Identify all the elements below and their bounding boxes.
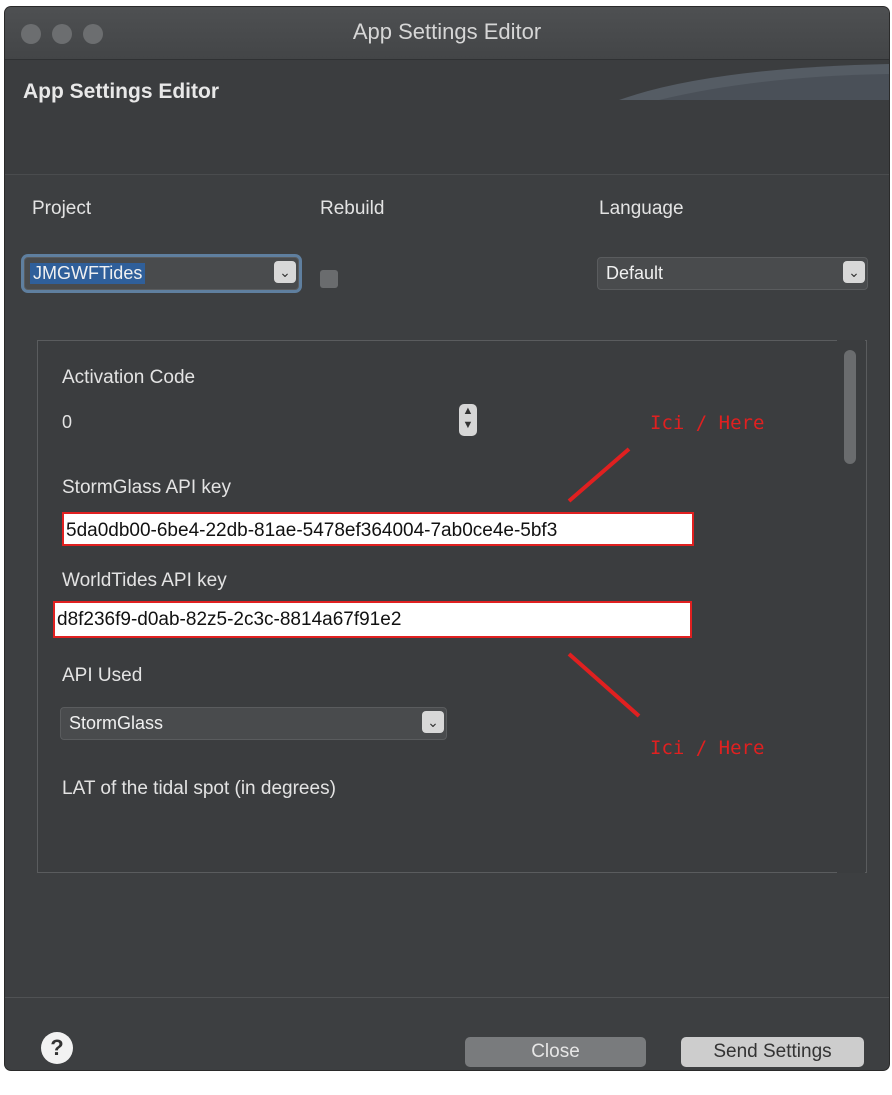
- page-title: App Settings Editor: [23, 80, 219, 103]
- header-band: App Settings Editor: [5, 60, 889, 175]
- chevron-down-icon[interactable]: ⌄: [843, 261, 865, 283]
- chevron-down-icon[interactable]: ⌄: [274, 261, 296, 283]
- rebuild-checkbox[interactable]: [320, 270, 338, 288]
- language-select[interactable]: Default ⌄: [597, 257, 868, 290]
- chevron-down-icon[interactable]: ⌄: [422, 711, 444, 733]
- annotation-arrow-bottom: [567, 652, 641, 718]
- activation-code-value[interactable]: 0: [62, 412, 72, 433]
- stepper-icon[interactable]: ▲ ▼: [459, 404, 477, 436]
- activation-code-label: Activation Code: [62, 367, 196, 388]
- header-swoosh-decoration: [619, 64, 889, 100]
- worldtides-key-input[interactable]: d8f236f9-d0ab-82z5-2c3c-8814a67f91e2: [53, 601, 692, 638]
- annotation-top: Ici / Here: [650, 412, 765, 434]
- title-bar: App Settings Editor: [5, 7, 889, 60]
- header-divider: [5, 174, 889, 175]
- settings-scroll-thumb[interactable]: [844, 350, 856, 464]
- rebuild-label: Rebuild: [320, 198, 385, 219]
- stormglass-key-value: 5da0db00-6be4-22db-81ae-5478ef364004-7ab…: [66, 520, 558, 541]
- stormglass-key-input[interactable]: 5da0db00-6be4-22db-81ae-5478ef364004-7ab…: [62, 512, 694, 546]
- language-label: Language: [599, 198, 684, 219]
- annotation-arrow-top: [567, 447, 631, 503]
- stormglass-key-label: StormGlass API key: [62, 477, 231, 498]
- send-settings-button[interactable]: Send Settings: [681, 1037, 864, 1067]
- worldtides-key-value: d8f236f9-d0ab-82z5-2c3c-8814a67f91e2: [57, 609, 402, 630]
- app-settings-window: App Settings Editor App Settings Editor …: [5, 7, 889, 1070]
- footer-divider: [5, 997, 889, 998]
- project-select[interactable]: JMGWFTides ⌄: [24, 257, 299, 290]
- help-icon[interactable]: ?: [41, 1032, 73, 1064]
- api-used-select-value: StormGlass: [69, 713, 164, 733]
- window-title: App Settings Editor: [352, 19, 542, 44]
- language-select-value: Default: [606, 263, 664, 283]
- project-label: Project: [32, 198, 92, 219]
- lat-label: LAT of the tidal spot (in degrees): [62, 778, 336, 799]
- api-used-select[interactable]: StormGlass ⌄: [60, 707, 447, 740]
- api-used-label: API Used: [62, 665, 143, 686]
- close-button[interactable]: Close: [465, 1037, 646, 1067]
- annotation-bottom: Ici / Here: [650, 737, 765, 759]
- project-select-value: JMGWFTides: [30, 263, 146, 284]
- worldtides-key-label: WorldTides API key: [62, 570, 227, 591]
